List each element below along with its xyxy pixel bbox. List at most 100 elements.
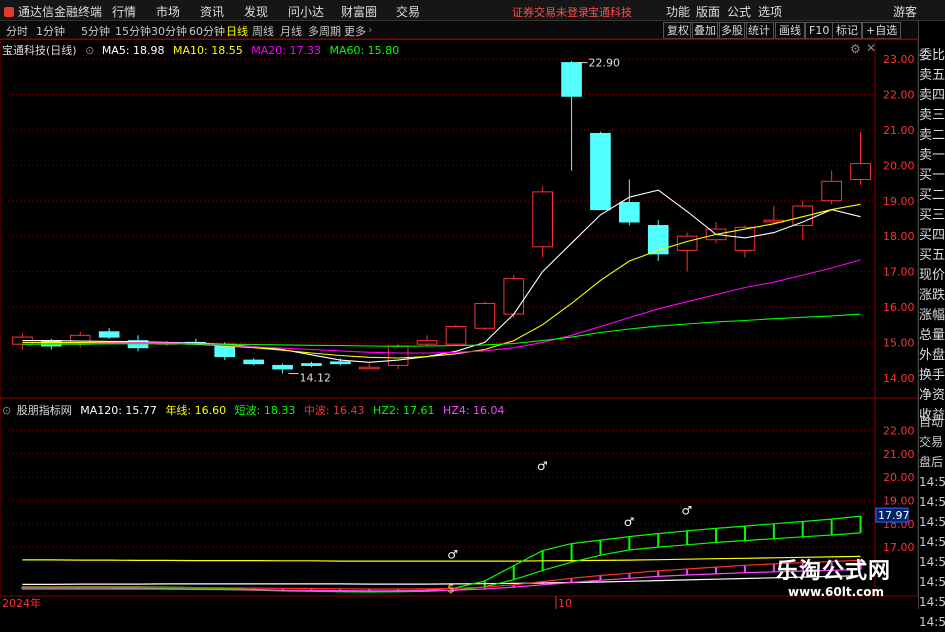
main-y-tick-label: 17.00 xyxy=(883,266,915,279)
main-y-tick-label: 19.00 xyxy=(883,195,915,208)
quote-field-4[interactable]: 卖二 xyxy=(919,126,945,146)
quote-field-15[interactable]: 外盘 xyxy=(919,346,945,366)
ma-line-ma20 xyxy=(22,259,861,354)
quote-field-1[interactable]: 卖五 xyxy=(919,66,945,86)
legend-ma5: MA5: 18.98 xyxy=(101,44,165,57)
price-annotation-label: 14.12 xyxy=(300,372,332,385)
settings-gear-icon[interactable]: ⚙ xyxy=(850,42,861,56)
trade-row-6[interactable]: 14:56 xyxy=(919,532,945,552)
candle-body xyxy=(792,205,814,227)
x-axis-label-year: 2024年 xyxy=(2,596,41,609)
candle-body xyxy=(503,278,525,315)
legend-ma10: MA10: 18.55 xyxy=(173,44,243,57)
male-signal-icon: ♂ xyxy=(681,503,692,517)
legend-hz4: HZ4: 16.04 xyxy=(443,404,505,417)
quote-field-7[interactable]: 买二 xyxy=(919,186,945,206)
legend-toggle-icon[interactable]: ⊙ xyxy=(85,44,94,57)
quote-field-6[interactable]: 买一 xyxy=(919,166,945,186)
indicator-line-年线 xyxy=(22,555,861,562)
trade-row-4[interactable]: 14:56 xyxy=(919,492,945,512)
quote-field-17[interactable]: 净资 xyxy=(919,386,945,406)
candle-body xyxy=(850,163,871,180)
candle-body xyxy=(358,366,380,370)
price-annotation-label: 22.90 xyxy=(589,57,621,70)
candle-body xyxy=(821,180,842,202)
legend-mid-wave: 中波: 16.43 xyxy=(303,404,365,417)
quote-panel-labels: 委比 卖五 卖四 卖三 卖二 卖一 买一 买二 买三 买四 买五 现价 涨跌 涨幅 总量 外盘 换手 净资 收益 xyxy=(919,46,945,426)
quote-field-3[interactable]: 卖三 xyxy=(919,106,945,126)
main-legend-title: 宝通科技(日线) xyxy=(2,44,77,57)
quote-field-16[interactable]: 换手 xyxy=(919,366,945,386)
dollar-signal-icon: $ xyxy=(447,582,455,596)
main-y-tick-label: 22.00 xyxy=(883,89,915,102)
male-signal-icon: ♂ xyxy=(537,459,548,473)
quote-field-8[interactable]: 买三 xyxy=(919,206,945,226)
legend-hz2: HZ2: 17.61 xyxy=(373,404,435,417)
quote-field-2[interactable]: 卖四 xyxy=(919,86,945,106)
indicator-line-中波 xyxy=(22,559,861,590)
quote-field-12[interactable]: 涨跌 xyxy=(919,286,945,306)
candle-body xyxy=(387,345,409,366)
trade-row-1[interactable]: 交易 xyxy=(919,432,945,452)
indicator-line-短波 xyxy=(22,515,861,592)
legend-ma60: MA60: 15.80 xyxy=(329,44,400,57)
main-y-tick-label: 15.00 xyxy=(883,336,915,349)
price-chart[interactable]: 14.00 15.00 16.00 17.00 18.00 19.00 20.00 21.00… xyxy=(0,0,945,609)
trade-row-0[interactable]: 自动 xyxy=(919,412,945,432)
trade-row-10[interactable]: 14:56 xyxy=(919,612,945,632)
candle-body xyxy=(474,302,496,329)
indicator-line-MA120 xyxy=(22,575,861,585)
candle-body xyxy=(301,363,322,366)
candle-body xyxy=(243,359,264,365)
legend-ma20: MA20: 17.33 xyxy=(251,44,321,57)
watermark-url: www.60lt.com xyxy=(788,585,885,599)
main-y-tick-label: 14.00 xyxy=(883,372,915,385)
last-value-label: 17.97 xyxy=(878,509,910,522)
quote-field-14[interactable]: 总量 xyxy=(919,326,945,346)
candle-body xyxy=(647,225,669,255)
quote-field-13[interactable]: 涨幅 xyxy=(919,306,945,326)
quote-field-5[interactable]: 卖一 xyxy=(919,146,945,166)
main-y-tick-label: 21.00 xyxy=(883,124,915,137)
candle-body xyxy=(330,361,351,365)
candle-body xyxy=(272,364,293,370)
sub-y-tick-label: 19.00 xyxy=(883,494,915,507)
sub-y-tick-label: 20.00 xyxy=(883,471,915,484)
main-y-tick-label: 16.00 xyxy=(883,301,915,314)
sub-legend: ⊙ 股朋指标网 MA120: 15.77 年线: 16.60 短波: 18.33… xyxy=(2,402,510,418)
trade-row-2[interactable]: 盘后 xyxy=(919,452,945,472)
quote-field-10[interactable]: 买五 xyxy=(919,246,945,266)
male-signal-icon: ♂ xyxy=(624,515,635,529)
watermark-title: 乐淘公式网 xyxy=(776,559,892,584)
candle-body xyxy=(98,331,120,338)
candle-body xyxy=(561,62,582,97)
sub-y-tick-label: 21.00 xyxy=(883,448,915,461)
candle-body xyxy=(590,132,611,211)
sub-legend-toggle-icon[interactable]: ⊙ xyxy=(2,404,11,417)
trade-panel-labels: 自动交易盘后14:5614:5614:5614:5614:5614:5614:5… xyxy=(919,412,945,632)
candle-body xyxy=(416,340,438,345)
x-axis-label-month: 10 xyxy=(558,597,572,609)
ma-line-ma5 xyxy=(22,189,861,363)
trade-row-5[interactable]: 14:56 xyxy=(919,512,945,532)
candle-body xyxy=(619,202,640,223)
main-y-tick-label: 20.00 xyxy=(883,159,915,172)
quote-field-0[interactable]: 委比 xyxy=(919,46,945,66)
candle-body xyxy=(532,191,553,248)
close-icon[interactable]: ✕ xyxy=(866,41,876,55)
legend-ma120: MA120: 15.77 xyxy=(80,404,157,417)
main-legend: 宝通科技(日线) ⊙ MA5: 18.98 MA10: 18.55 MA20: … xyxy=(2,42,404,58)
sub-legend-title: 股朋指标网 xyxy=(16,404,72,417)
main-y-tick-label: 23.00 xyxy=(883,53,915,66)
quote-field-11[interactable]: 现价 xyxy=(919,266,945,286)
watermark: 乐淘公式网 www.60lt.com xyxy=(776,553,926,599)
indicator-line-HZ2 xyxy=(22,532,861,593)
main-y-tick-label: 18.00 xyxy=(883,230,915,243)
candle-body xyxy=(445,325,467,345)
sub-y-tick-label: 22.00 xyxy=(883,425,915,438)
trade-row-3[interactable]: 14:56 xyxy=(919,472,945,492)
legend-year-line: 年线: 16.60 xyxy=(165,404,227,417)
male-signal-icon: ♂ xyxy=(447,548,458,562)
quote-field-9[interactable]: 买四 xyxy=(919,226,945,246)
legend-short-wave: 短波: 18.33 xyxy=(234,404,296,417)
